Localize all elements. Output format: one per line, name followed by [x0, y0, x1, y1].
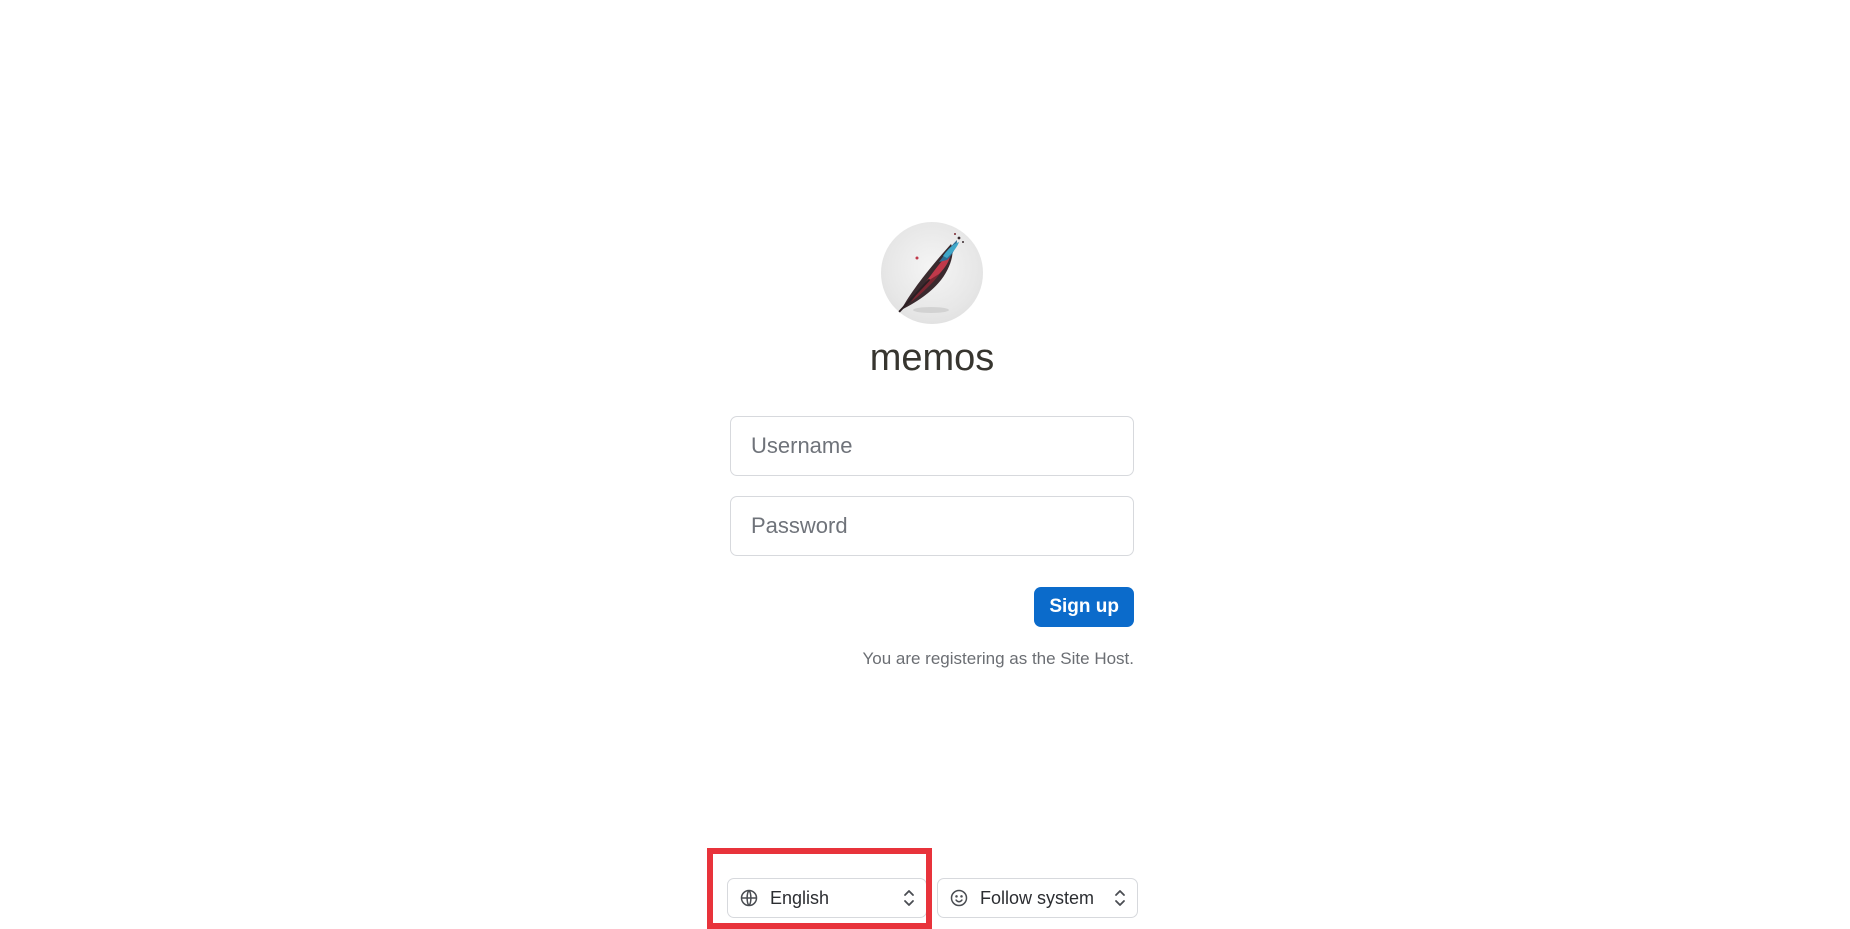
- theme-select[interactable]: Follow system: [937, 878, 1138, 918]
- app-name: memos: [869, 337, 995, 379]
- theme-value: Follow system: [980, 887, 1095, 908]
- app-logo: [881, 222, 983, 324]
- site-host-note: You are registering as the Site Host.: [862, 649, 1134, 668]
- chevron-up-down-icon: [1113, 888, 1127, 908]
- form-actions: Sign up: [730, 587, 1134, 627]
- chevron-up-down-icon: [902, 888, 916, 908]
- signup-button[interactable]: Sign up: [1034, 587, 1134, 627]
- signup-card: memos Sign up You are registering as the…: [730, 222, 1134, 669]
- language-value: English: [770, 887, 830, 908]
- username-input[interactable]: [730, 416, 1134, 476]
- signup-page: memos Sign up You are registering as the…: [0, 0, 1850, 929]
- footer-controls: English Follow system: [727, 878, 1138, 918]
- password-input[interactable]: [730, 496, 1134, 556]
- smiley-icon: [949, 888, 969, 908]
- feather-logo-icon: [898, 233, 964, 313]
- brand: memos: [730, 222, 1134, 380]
- language-select[interactable]: English: [727, 878, 927, 918]
- globe-icon: [739, 888, 759, 908]
